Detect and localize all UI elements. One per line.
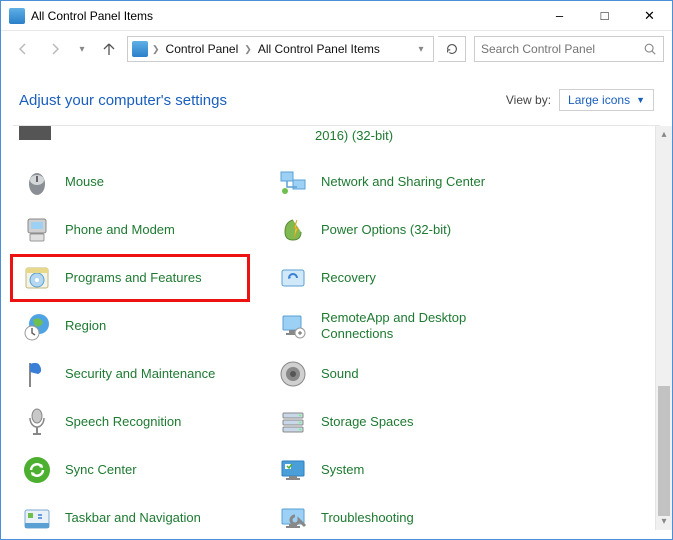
system-icon [275, 452, 311, 488]
cp-item-sound[interactable]: Sound [275, 350, 521, 398]
up-button[interactable] [95, 35, 123, 63]
cp-item-label: Mouse [65, 174, 104, 190]
mic-icon [19, 404, 55, 440]
recovery-icon [275, 260, 311, 296]
page-header: Adjust your computer's settings View by:… [1, 67, 672, 125]
clipped-row: 2016) (32-bit) [19, 134, 668, 152]
history-dropdown[interactable]: ▾ [73, 44, 91, 55]
cp-item-label: Troubleshooting [321, 510, 414, 526]
search-input[interactable] [481, 42, 643, 56]
scroll-down-button[interactable]: ▾ [656, 513, 672, 530]
breadcrumb-current[interactable]: All Control Panel Items [256, 40, 382, 58]
navbar: ▾ ❯ Control Panel ❯ All Control Panel It… [1, 31, 672, 67]
region-icon [19, 308, 55, 344]
address-bar[interactable]: ❯ Control Panel ❯ All Control Panel Item… [127, 36, 434, 62]
minimize-button[interactable]: – [537, 1, 582, 31]
cp-item-phone[interactable]: Phone and Modem [19, 206, 265, 254]
scroll-up-button[interactable]: ▴ [656, 126, 672, 143]
cp-item-programs[interactable]: Programs and Features [10, 254, 250, 302]
mouse-icon [19, 164, 55, 200]
taskbar-icon [19, 500, 55, 530]
cp-item-system[interactable]: System [275, 446, 521, 494]
partial-item-label[interactable]: 2016) (32-bit) [315, 128, 393, 143]
cp-item-label: Phone and Modem [65, 222, 175, 238]
storage-icon [275, 404, 311, 440]
page-title: Adjust your computer's settings [19, 92, 506, 109]
cp-item-remote[interactable]: RemoteApp and Desktop Connections [275, 302, 521, 350]
maximize-button[interactable]: □ [582, 1, 627, 31]
cp-item-troubleshoot[interactable]: Troubleshooting [275, 494, 521, 530]
refresh-button[interactable] [438, 36, 466, 62]
sound-icon [275, 356, 311, 392]
cp-item-label: Sync Center [65, 462, 137, 478]
viewby-select[interactable]: Large icons ▼ [559, 89, 654, 111]
cp-item-network[interactable]: Network and Sharing Center [275, 158, 521, 206]
cp-item-recovery[interactable]: Recovery [275, 254, 521, 302]
cp-item-storage[interactable]: Storage Spaces [275, 398, 521, 446]
scrollbar[interactable]: ▴ ▾ [655, 126, 672, 530]
cp-item-taskbar[interactable]: Taskbar and Navigation [19, 494, 265, 530]
cp-item-label: Region [65, 318, 106, 334]
cp-item-label: Programs and Features [65, 270, 202, 286]
address-icon [132, 41, 148, 57]
viewby-selected: Large icons [568, 93, 630, 107]
close-button[interactable]: ✕ [627, 1, 672, 31]
cp-item-label: System [321, 462, 364, 478]
chevron-right-icon: ❯ [150, 44, 162, 55]
viewby-label: View by: [506, 93, 551, 107]
search-icon [643, 42, 657, 56]
cp-item-label: Power Options (32-bit) [321, 222, 451, 238]
titlebar: All Control Panel Items – □ ✕ [1, 1, 672, 31]
cp-item-label: Storage Spaces [321, 414, 414, 430]
content-area: 2016) (32-bit) Mouse Phone and Modem Progr… [1, 126, 672, 530]
forward-button[interactable] [41, 35, 69, 63]
cp-item-mouse[interactable]: Mouse [19, 158, 265, 206]
partial-item-icon-left [19, 126, 51, 140]
programs-icon [19, 260, 55, 296]
chevron-right-icon: ❯ [242, 44, 254, 55]
cp-item-region[interactable]: Region [19, 302, 265, 350]
viewby-area: View by: Large icons ▼ [506, 89, 654, 111]
cp-item-sync[interactable]: Sync Center [19, 446, 265, 494]
cp-item-mic[interactable]: Speech Recognition [19, 398, 265, 446]
phone-icon [19, 212, 55, 248]
cp-item-label: Network and Sharing Center [321, 174, 485, 190]
cp-item-label: Recovery [321, 270, 376, 286]
address-dropdown[interactable]: ▾ [413, 44, 429, 55]
cp-item-label: Speech Recognition [65, 414, 181, 430]
cp-item-label: Sound [321, 366, 359, 382]
remote-icon [275, 308, 311, 344]
network-icon [275, 164, 311, 200]
chevron-down-icon: ▼ [636, 95, 645, 105]
flag-icon [19, 356, 55, 392]
sync-icon [19, 452, 55, 488]
cp-item-label: RemoteApp and Desktop Connections [321, 310, 501, 341]
scroll-thumb[interactable] [658, 386, 670, 516]
window-controls: – □ ✕ [537, 1, 672, 31]
cp-item-power[interactable]: Power Options (32-bit) [275, 206, 521, 254]
search-box[interactable] [474, 36, 664, 62]
cp-item-label: Security and Maintenance [65, 366, 215, 382]
cp-item-flag[interactable]: Security and Maintenance [19, 350, 265, 398]
cp-item-label: Taskbar and Navigation [65, 510, 201, 526]
back-button[interactable] [9, 35, 37, 63]
window-title: All Control Panel Items [31, 9, 537, 23]
breadcrumb-root[interactable]: Control Panel [164, 40, 241, 58]
troubleshoot-icon [275, 500, 311, 530]
control-panel-icon [9, 8, 25, 24]
power-icon [275, 212, 311, 248]
